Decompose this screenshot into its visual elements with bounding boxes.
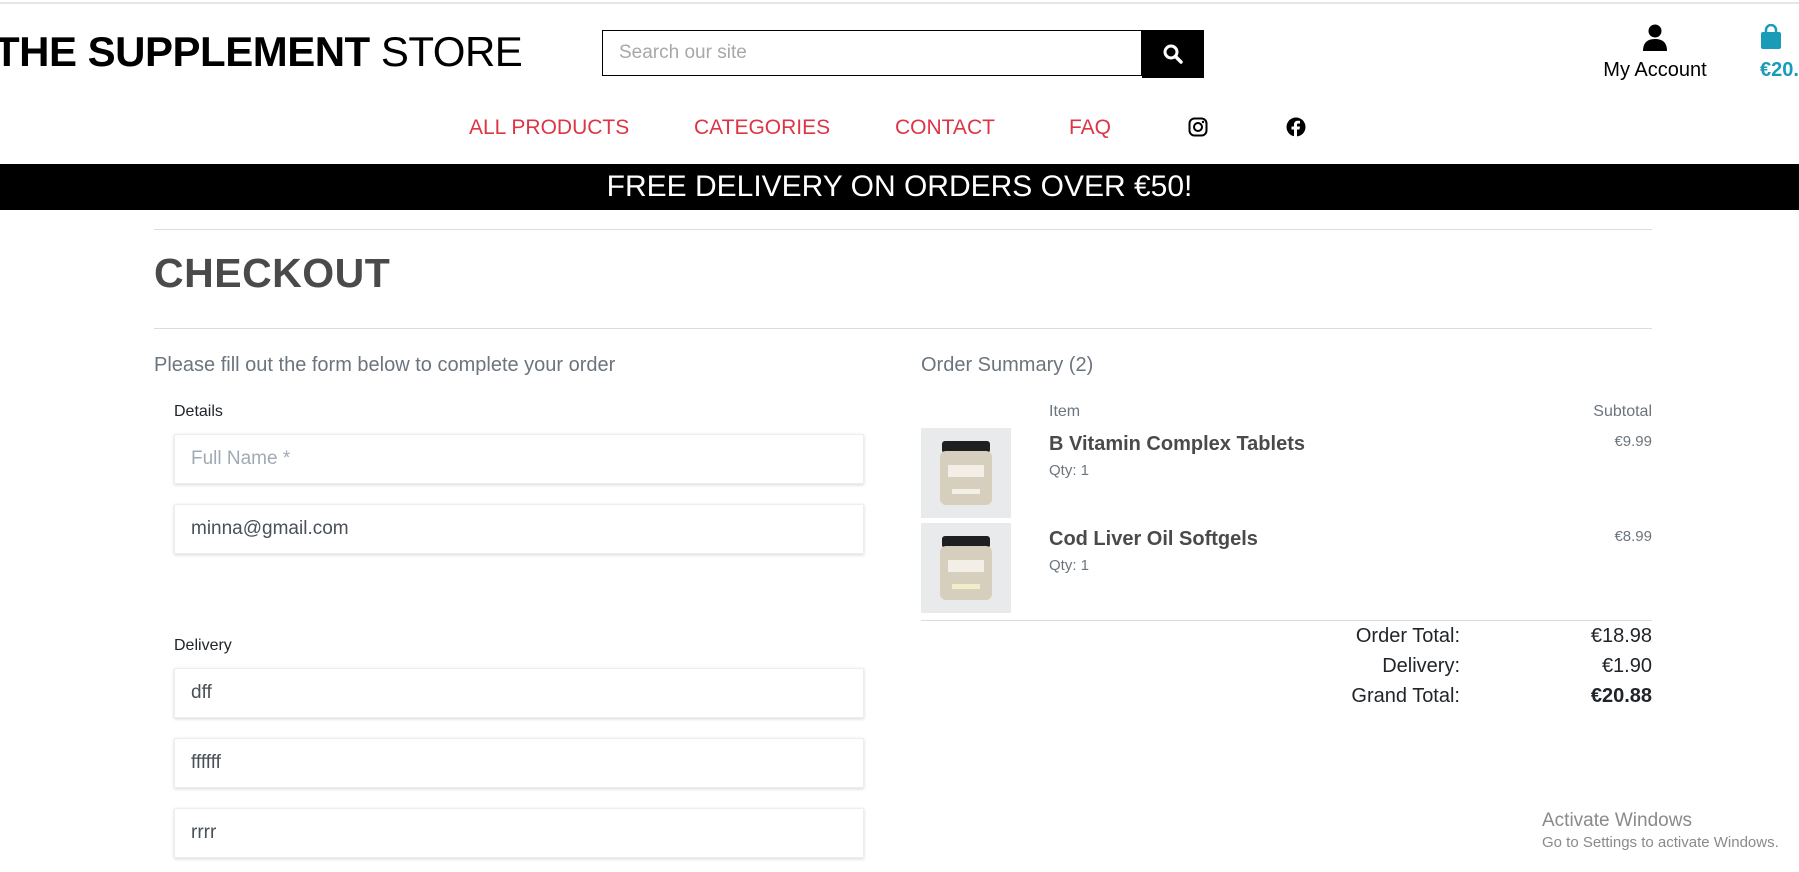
search-input[interactable] [603,31,1141,75]
search-icon [1163,44,1183,64]
delivery-input-2[interactable] [175,739,863,787]
user-icon [1643,24,1667,51]
product-image-b-vitamin [921,428,1011,518]
delivery-cost-label: Delivery: [1382,655,1460,677]
order-summary-title: Order Summary (2) [921,354,1094,376]
windows-activation-watermark: Activate Windows Go to Settings to activ… [1542,810,1779,851]
email-field [174,504,864,554]
order-total-label: Order Total: [1355,625,1460,647]
instagram-link[interactable] [1188,117,1208,142]
col-header-subtotal: Subtotal [1593,403,1652,420]
nav-all-products[interactable]: ALL PRODUCTS [469,116,629,140]
search-button[interactable] [1142,30,1204,78]
full-name-input[interactable] [175,435,863,483]
product-image-cod-liver-oil [921,523,1011,613]
delivery-input-3[interactable] [175,809,863,857]
free-delivery-banner: FREE DELIVERY ON ORDERS OVER €50! [0,164,1799,210]
logo-light-text: STORE [380,28,523,75]
form-intro-text: Please fill out the form below to comple… [154,354,616,376]
details-legend: Details [174,403,223,420]
item-subtotal-cod-liver-oil: €8.99 [1614,528,1652,545]
bag-total: €20. [1760,59,1799,81]
item-subtotal-b-vitamin: €9.99 [1614,433,1652,450]
nav-categories[interactable]: CATEGORIES [694,116,830,140]
grand-total-label: Grand Total: [1351,685,1460,707]
full-name-field [174,434,864,484]
supplement-jar-icon [940,441,992,505]
item-name-b-vitamin: B Vitamin Complex Tablets [1049,433,1305,455]
top-border [0,2,1799,4]
divider-top [154,229,1652,230]
shopping-bag-icon [1761,23,1781,49]
item-name-cod-liver-oil: Cod Liver Oil Softgels [1049,528,1258,550]
my-account-label: My Account [1603,59,1707,81]
delivery-input-1[interactable] [175,669,863,717]
delivery-cost-value: €1.90 [1601,655,1652,677]
supplement-jar-icon [940,536,992,600]
page-title: CHECKOUT [154,250,391,296]
nav-contact[interactable]: CONTACT [895,116,995,140]
watermark-line-1: Activate Windows [1542,810,1692,831]
logo-bold-text: THE SUPPLEMENT [0,28,370,75]
store-logo[interactable]: THE SUPPLEMENT STORE [0,28,523,76]
col-header-item: Item [1049,403,1081,420]
instagram-icon [1188,117,1208,137]
email-input[interactable] [175,505,863,553]
grand-total-value: €20.88 [1590,685,1652,707]
delivery-legend: Delivery [174,637,232,654]
my-account-link[interactable]: My Account [1596,24,1714,82]
order-total-value: €18.98 [1590,625,1652,647]
divider-title [154,328,1652,329]
item-qty-b-vitamin: Qty: 1 [1049,462,1090,479]
search-box [602,30,1142,76]
watermark-line-2: Go to Settings to activate Windows. [1542,834,1779,851]
shopping-bag-link[interactable]: €20. [1760,23,1799,82]
delivery-field-3 [174,808,864,858]
delivery-field-1 [174,668,864,718]
banner-text: FREE DELIVERY ON ORDERS OVER €50! [606,170,1193,203]
facebook-link[interactable] [1286,117,1306,142]
facebook-icon [1286,117,1306,137]
item-qty-cod-liver-oil: Qty: 1 [1049,557,1090,574]
delivery-field-2 [174,738,864,788]
summary-divider [921,620,1652,621]
nav-faq[interactable]: FAQ [1069,116,1111,140]
